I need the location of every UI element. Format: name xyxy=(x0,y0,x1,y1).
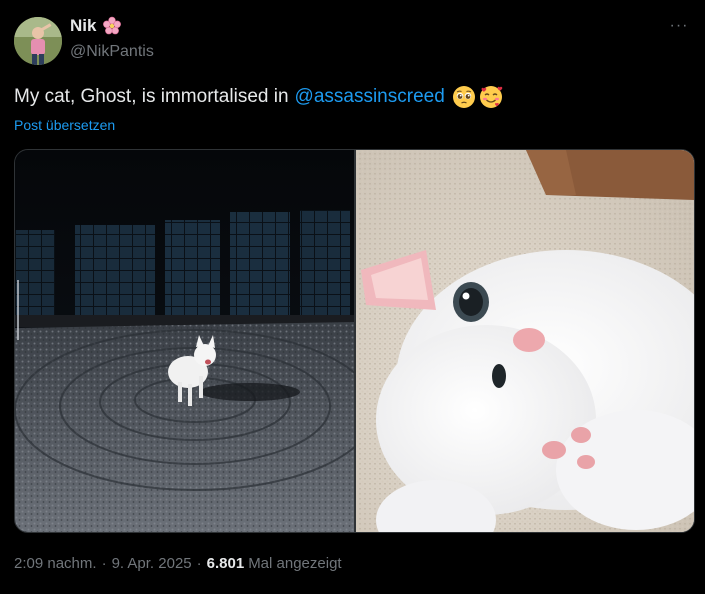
views-count: 6.801 xyxy=(206,555,245,572)
tweet-text-body: My cat, Ghost, is immortalised in xyxy=(14,86,289,107)
media-image-real-cat[interactable] xyxy=(356,150,694,532)
smiling-face-with-hearts-icon xyxy=(479,85,503,109)
translate-post-link[interactable]: Post übersetzen xyxy=(14,117,115,133)
meta-separator: · xyxy=(101,555,107,572)
media-grid xyxy=(14,149,695,533)
media-image-game-cat[interactable] xyxy=(15,150,354,532)
author-handle[interactable]: @NikPantis xyxy=(70,43,154,61)
tweet-text: My cat, Ghost, is immortalised in @assas… xyxy=(14,85,503,109)
author-name-row: Nik xyxy=(70,16,122,36)
avatar-image xyxy=(14,17,62,65)
cherry-blossom-icon xyxy=(102,16,122,36)
avatar[interactable] xyxy=(14,17,62,65)
tweet-date[interactable]: 9. Apr. 2025 xyxy=(112,555,192,572)
views-label: Mal angezeigt xyxy=(248,555,342,572)
tweet-meta: 2:09 nachm. · 9. Apr. 2025 · 6.801 Mal a… xyxy=(14,555,342,572)
meta-separator: · xyxy=(196,555,202,572)
tweet: Nik @NikPantis ··· My cat, Ghost, is imm… xyxy=(0,0,705,594)
pleading-face-icon xyxy=(452,85,476,109)
display-name[interactable]: Nik xyxy=(70,16,96,36)
more-options-button[interactable]: ··· xyxy=(667,14,691,38)
game-scene-image xyxy=(15,150,354,532)
more-icon: ··· xyxy=(669,17,689,34)
tweet-time[interactable]: 2:09 nachm. xyxy=(14,555,97,572)
cat-photo-image xyxy=(356,150,694,532)
mention-link[interactable]: @assassinscreed xyxy=(295,86,445,108)
